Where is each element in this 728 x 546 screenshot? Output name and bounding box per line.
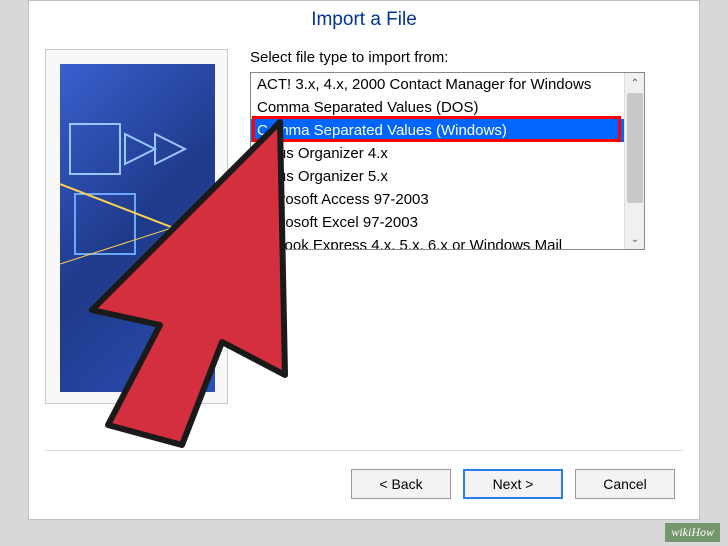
back-button[interactable]: < Back — [351, 469, 451, 499]
scroll-thumb[interactable] — [627, 93, 643, 203]
list-item[interactable]: Microsoft Excel 97-2003 — [251, 211, 644, 234]
listbox-scrollbar[interactable]: ⌃ ⌄ — [624, 73, 644, 249]
list-item[interactable]: Comma Separated Values (DOS) — [251, 96, 644, 119]
button-separator — [45, 450, 683, 451]
list-item-selected[interactable]: Comma Separated Values (Windows) — [251, 119, 644, 142]
wizard-sidebar-image — [45, 49, 228, 404]
list-item[interactable]: ACT! 3.x, 4.x, 2000 Contact Manager for … — [251, 73, 644, 96]
wizard-graphic — [60, 64, 215, 392]
watermark: wikiHow — [665, 523, 720, 542]
file-type-list[interactable]: ACT! 3.x, 4.x, 2000 Contact Manager for … — [251, 73, 644, 249]
dialog-content: Select file type to import from: ACT! 3.… — [29, 49, 699, 404]
list-item[interactable]: Lotus Organizer 5.x — [251, 165, 644, 188]
main-panel: Select file type to import from: ACT! 3.… — [250, 49, 683, 404]
dialog-title: Import a File — [29, 1, 699, 49]
file-type-listbox[interactable]: ACT! 3.x, 4.x, 2000 Contact Manager for … — [250, 72, 645, 250]
list-item[interactable]: Microsoft Access 97-2003 — [251, 188, 644, 211]
cancel-button[interactable]: Cancel — [575, 469, 675, 499]
scroll-up-icon[interactable]: ⌃ — [625, 73, 645, 93]
file-type-label: Select file type to import from: — [250, 49, 683, 66]
scroll-down-icon[interactable]: ⌄ — [625, 229, 645, 249]
list-item[interactable]: Lotus Organizer 4.x — [251, 142, 644, 165]
import-file-dialog: Import a File Select file type to import… — [28, 0, 700, 520]
list-item[interactable]: Outlook Express 4.x, 5.x, 6.x or Windows… — [251, 234, 644, 249]
next-button[interactable]: Next > — [463, 469, 563, 499]
wizard-buttons: < Back Next > Cancel — [351, 455, 675, 499]
